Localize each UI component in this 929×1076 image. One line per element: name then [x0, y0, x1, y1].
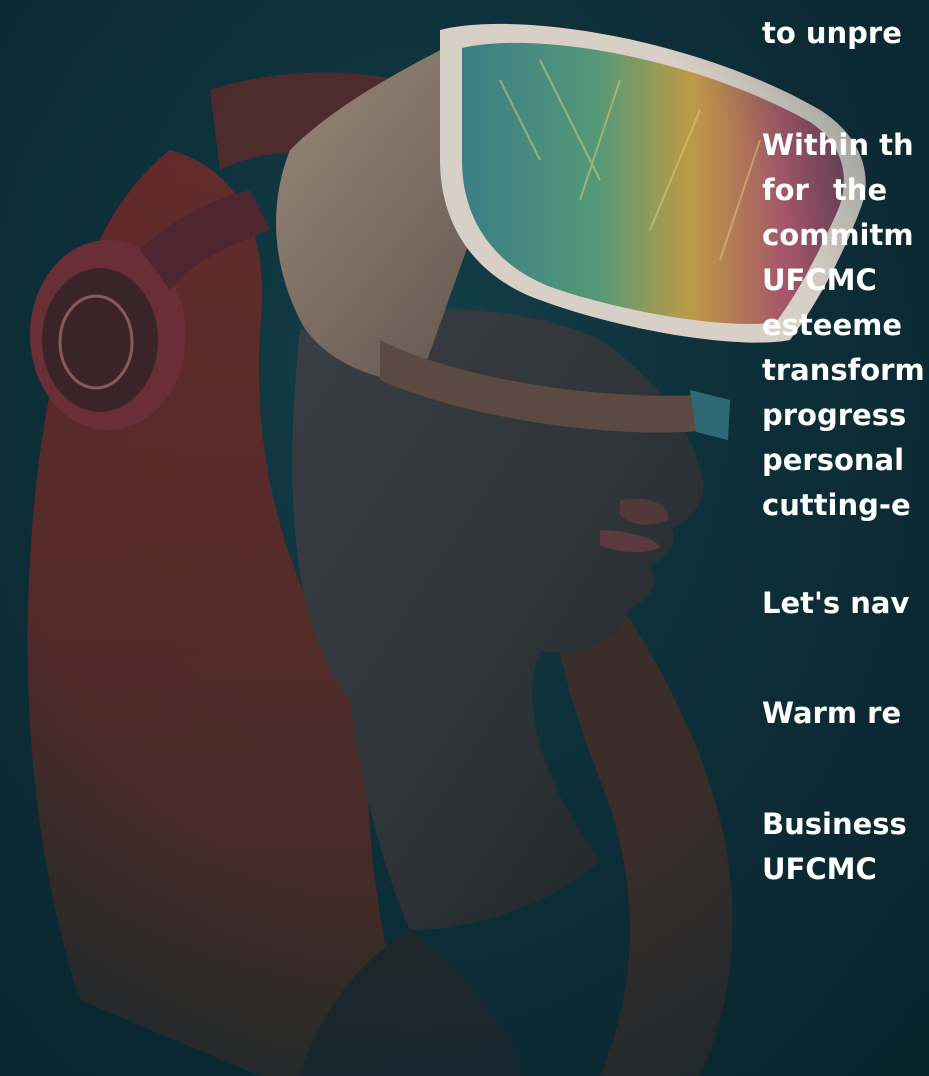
closing-line: Warm re	[762, 696, 902, 730]
paragraph-2-line-9: cutting-e	[762, 488, 911, 522]
paragraph-3-line-1: Let's nav	[762, 586, 910, 620]
paragraph-2-line-7: progress	[762, 398, 907, 432]
page: to unpre Within th for the commitm UFCMC…	[0, 0, 929, 1076]
paragraph-2-line-3: commitm	[762, 218, 914, 252]
paragraph-2-line-5: esteeme	[762, 308, 903, 342]
paragraph-2-line-4: UFCMC	[762, 263, 877, 297]
paragraph-2-line-2: for the	[762, 173, 888, 207]
paragraph-2-line-1: Within th	[762, 128, 914, 162]
paragraph-2-line-6: transform	[762, 353, 925, 387]
signature-line-2: UFCMC	[762, 852, 877, 886]
signature-line-1: Business	[762, 807, 907, 841]
paragraph-1-line-1: to unpre	[762, 16, 902, 50]
paragraph-2-line-8: personal	[762, 443, 905, 477]
